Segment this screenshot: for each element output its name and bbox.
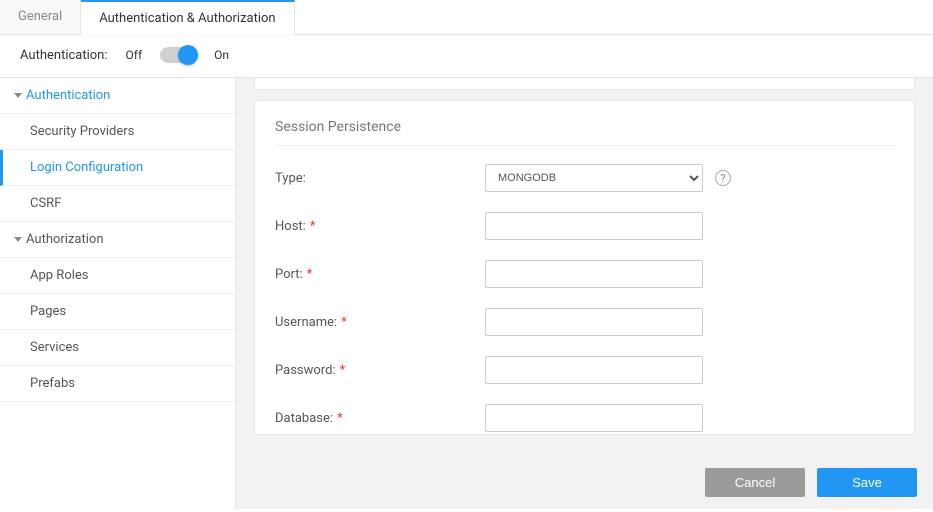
chevron-down-icon (14, 237, 22, 242)
password-input[interactable] (485, 356, 703, 384)
help-icon[interactable]: ? (715, 170, 731, 186)
label-password: Password:* (275, 363, 485, 378)
toggle-on-label: On (214, 48, 229, 62)
tab-auth-authz[interactable]: Authentication & Authorization (81, 0, 294, 35)
nav-security-providers[interactable]: Security Providers (0, 114, 235, 150)
chevron-down-icon (14, 93, 22, 98)
label-database: Database:* (275, 411, 485, 426)
cancel-button[interactable]: Cancel (705, 468, 805, 497)
label-port: Port:* (275, 267, 485, 282)
nav-services[interactable]: Services (0, 330, 235, 366)
nav-prefabs[interactable]: Prefabs (0, 366, 235, 402)
content-area: Session Persistence Type: MONGODB ? Host… (236, 78, 933, 509)
auth-toggle[interactable] (160, 47, 196, 63)
port-input[interactable] (485, 260, 703, 288)
toggle-knob (178, 45, 198, 65)
database-input[interactable] (485, 404, 703, 432)
nav-login-configuration[interactable]: Login Configuration (0, 150, 235, 186)
footer-buttons: Cancel Save (705, 468, 917, 497)
label-username: Username:* (275, 315, 485, 330)
sidebar: Authentication Security Providers Login … (0, 78, 236, 509)
tab-general[interactable]: General (0, 0, 81, 34)
nav-app-roles[interactable]: App Roles (0, 258, 235, 294)
username-input[interactable] (485, 308, 703, 336)
tab-bar: General Authentication & Authorization (0, 0, 933, 35)
auth-toggle-row: Authentication: Off On (0, 35, 933, 78)
auth-label: Authentication: (20, 48, 108, 63)
section-authentication-label: Authentication (26, 88, 110, 103)
prev-panel-edge (254, 78, 915, 90)
type-select[interactable]: MONGODB (485, 164, 703, 192)
session-persistence-panel: Session Persistence Type: MONGODB ? Host… (254, 100, 915, 435)
panel-title: Session Persistence (275, 119, 894, 146)
save-button[interactable]: Save (817, 468, 917, 497)
nav-pages[interactable]: Pages (0, 294, 235, 330)
section-authentication[interactable]: Authentication (0, 78, 235, 114)
section-authorization-label: Authorization (26, 232, 104, 247)
nav-csrf[interactable]: CSRF (0, 186, 235, 222)
host-input[interactable] (485, 212, 703, 240)
section-authorization[interactable]: Authorization (0, 222, 235, 258)
label-type: Type: (275, 171, 485, 186)
label-host: Host:* (275, 219, 485, 234)
toggle-off-label: Off (126, 48, 143, 62)
